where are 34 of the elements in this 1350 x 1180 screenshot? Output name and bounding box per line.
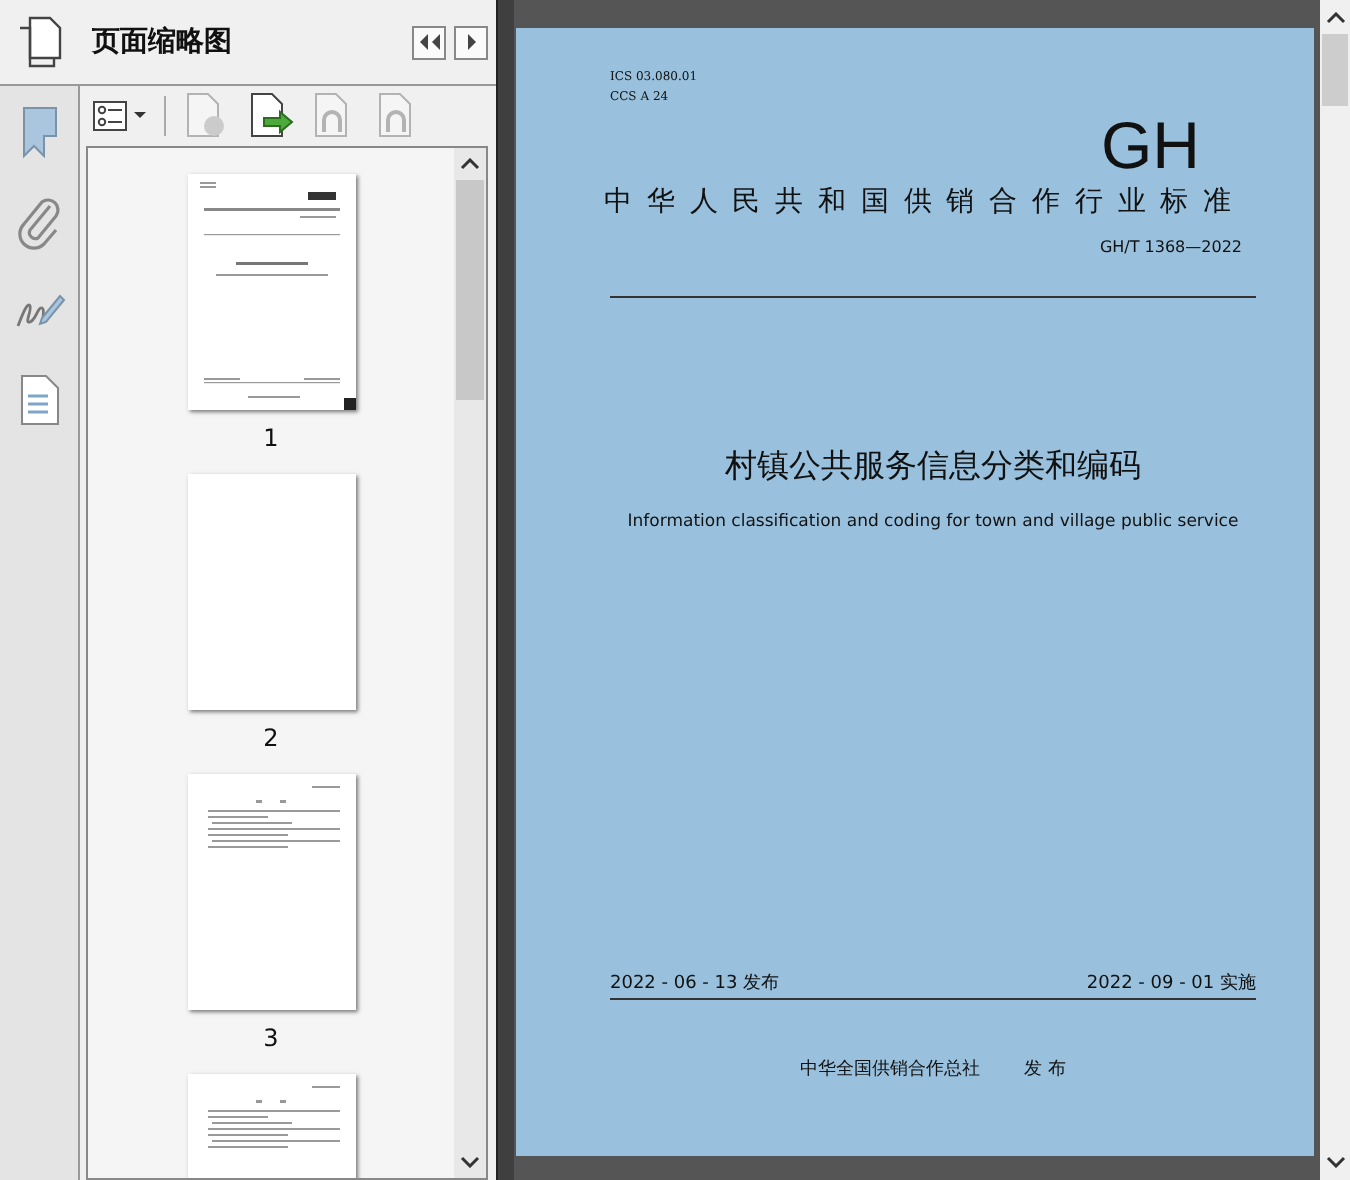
scroll-down-icon[interactable] [460, 1156, 480, 1168]
insert-page-button[interactable] [246, 92, 294, 140]
scroll-thumb[interactable] [456, 180, 484, 400]
page-number: 2 [263, 724, 279, 752]
standard-logo: GH [1101, 116, 1200, 176]
page-number: 1 [263, 424, 279, 452]
scroll-up-icon[interactable] [460, 158, 480, 170]
page-thumbnail[interactable] [187, 474, 355, 710]
panel-title: 页面缩略图 [92, 24, 232, 60]
org-title: 中华人民共和国供销合作行业标准 [604, 184, 1248, 220]
right-arrow-icon [465, 34, 477, 50]
paperclip-icon[interactable] [17, 198, 61, 250]
document-title: 村镇公共服务信息分类和编码 [725, 446, 1141, 488]
standard-number: GH/T 1368—2022 [1099, 238, 1242, 256]
publish-label: 发 布 [1024, 1057, 1066, 1082]
bookmark-icon[interactable] [21, 106, 57, 158]
scroll-down-icon[interactable] [1325, 1156, 1345, 1168]
publish-date: 2022 - 06 - 13 发布 [610, 971, 780, 996]
scrollbar[interactable] [454, 148, 486, 1178]
pages-icon[interactable] [18, 16, 62, 68]
expand-button[interactable] [454, 25, 488, 59]
collapse-button[interactable] [412, 25, 446, 59]
scroll-thumb[interactable] [1322, 34, 1348, 106]
scroll-up-icon[interactable] [1325, 12, 1345, 24]
scrollbar[interactable] [1320, 0, 1350, 1180]
page-thumbnail[interactable] [187, 774, 355, 1010]
effective-date: 2022 - 09 - 01 实施 [1086, 971, 1256, 996]
options-button[interactable] [92, 100, 148, 132]
publisher: 中华全国供销合作总社 [800, 1057, 981, 1082]
document-icon[interactable] [19, 374, 59, 426]
document-subtitle: Information classification and coding for town and village public service [627, 512, 1239, 532]
page-thumbnail[interactable] [187, 174, 355, 410]
page-number: 3 [263, 1024, 279, 1052]
double-left-arrow-icon [417, 34, 441, 50]
